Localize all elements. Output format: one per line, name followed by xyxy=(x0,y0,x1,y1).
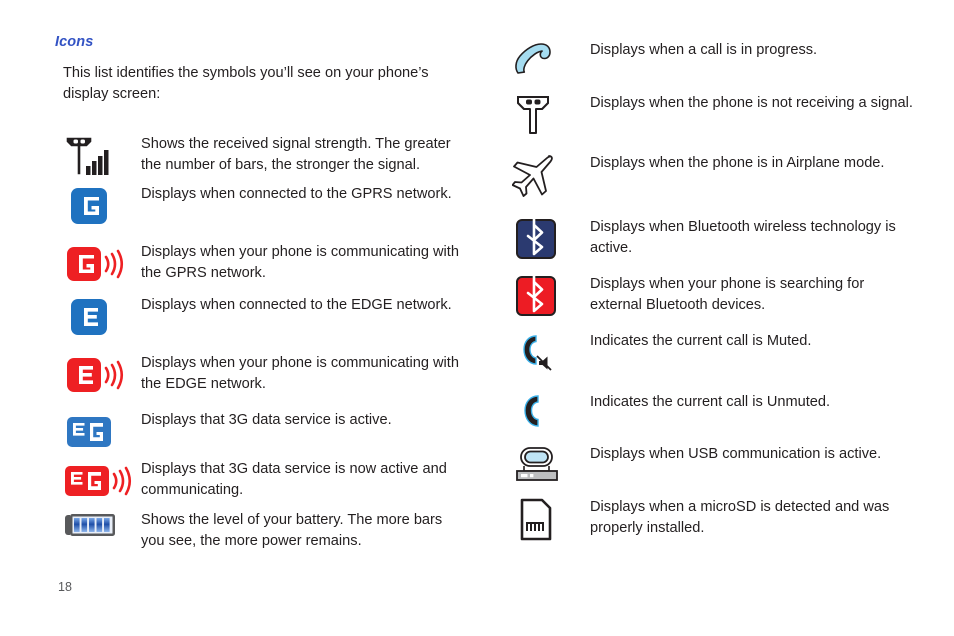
page-number: 18 xyxy=(58,580,72,594)
manual-page: Icons This list identifies the symbols y… xyxy=(0,0,954,636)
list-item: Displays that 3G data service is now act… xyxy=(63,459,461,503)
list-item-description: Displays when USB communication is activ… xyxy=(590,446,882,462)
gprs-communicating-icon xyxy=(63,242,141,286)
list-item-description: Displays that 3G data service is active. xyxy=(141,412,392,428)
list-item-description: Displays when Bluetooth wireless technol… xyxy=(590,219,896,256)
page-title: Icons xyxy=(55,34,94,50)
list-item-description: Shows the received signal strength. The … xyxy=(141,136,451,173)
list-item: Displays when your phone is searching fo… xyxy=(512,274,920,318)
list-item: Displays when USB communication is activ… xyxy=(512,444,920,488)
list-item-description: Displays when your phone is searching fo… xyxy=(590,276,865,313)
call-muted-icon xyxy=(512,331,590,375)
call-unmuted-icon xyxy=(512,392,590,434)
list-item: Displays when connected to the EDGE netw… xyxy=(63,295,461,339)
list-item: Displays when the phone is in Airplane m… xyxy=(512,153,920,199)
three-g-active-icon xyxy=(63,410,141,454)
list-item-description: Displays when a call is in progress. xyxy=(590,42,818,58)
list-item-description: Displays when connected to the EDGE netw… xyxy=(141,297,452,313)
bluetooth-searching-icon xyxy=(512,274,590,318)
call-in-progress-icon xyxy=(512,40,590,80)
usb-active-icon xyxy=(512,444,590,488)
intro-paragraph: This list identifies the symbols you’ll … xyxy=(63,65,429,102)
list-item-description: Indicates the current call is Unmuted. xyxy=(590,394,831,410)
list-item-description: Displays when a microSD is detected and … xyxy=(590,499,890,536)
signal-strength-icon xyxy=(63,134,141,178)
list-item: Displays when connected to the GPRS netw… xyxy=(63,184,461,228)
list-item: Displays when a microSD is detected and … xyxy=(512,497,920,543)
three-g-communicating-icon xyxy=(63,459,141,503)
list-item: Indicates the current call is Muted. xyxy=(512,331,920,375)
gprs-connected-icon xyxy=(63,184,141,228)
list-item-description: Displays when the phone is not receiving… xyxy=(590,95,913,111)
microsd-detected-icon xyxy=(512,497,590,543)
edge-connected-icon xyxy=(63,295,141,339)
list-item-description: Indicates the current call is Muted. xyxy=(590,333,812,349)
list-item-description: Displays when the phone is in Airplane m… xyxy=(590,155,885,171)
list-item: Shows the received signal strength. The … xyxy=(63,134,461,178)
list-item: Shows the level of your battery. The mor… xyxy=(63,510,461,551)
edge-communicating-icon xyxy=(63,353,141,397)
airplane-mode-icon xyxy=(512,153,590,199)
list-item-description: Displays when your phone is communicatin… xyxy=(141,355,459,392)
list-item-description: Displays that 3G data service is now act… xyxy=(141,461,447,498)
list-item: Displays that 3G data service is active. xyxy=(63,410,461,454)
list-item: Displays when Bluetooth wireless technol… xyxy=(512,217,920,261)
list-item: Displays when your phone is communicatin… xyxy=(63,353,461,397)
battery-level-icon xyxy=(63,510,141,540)
list-item: Displays when your phone is communicatin… xyxy=(63,242,461,286)
no-signal-icon xyxy=(512,93,590,137)
list-item-description: Displays when connected to the GPRS netw… xyxy=(141,186,452,202)
bluetooth-active-icon xyxy=(512,217,590,261)
list-item-description: Shows the level of your battery. The mor… xyxy=(141,512,443,549)
list-item: Indicates the current call is Unmuted. xyxy=(512,392,920,434)
list-item: Displays when a call is in progress. xyxy=(512,40,920,80)
list-item-description: Displays when your phone is communicatin… xyxy=(141,244,459,281)
list-item: Displays when the phone is not receiving… xyxy=(512,93,920,137)
